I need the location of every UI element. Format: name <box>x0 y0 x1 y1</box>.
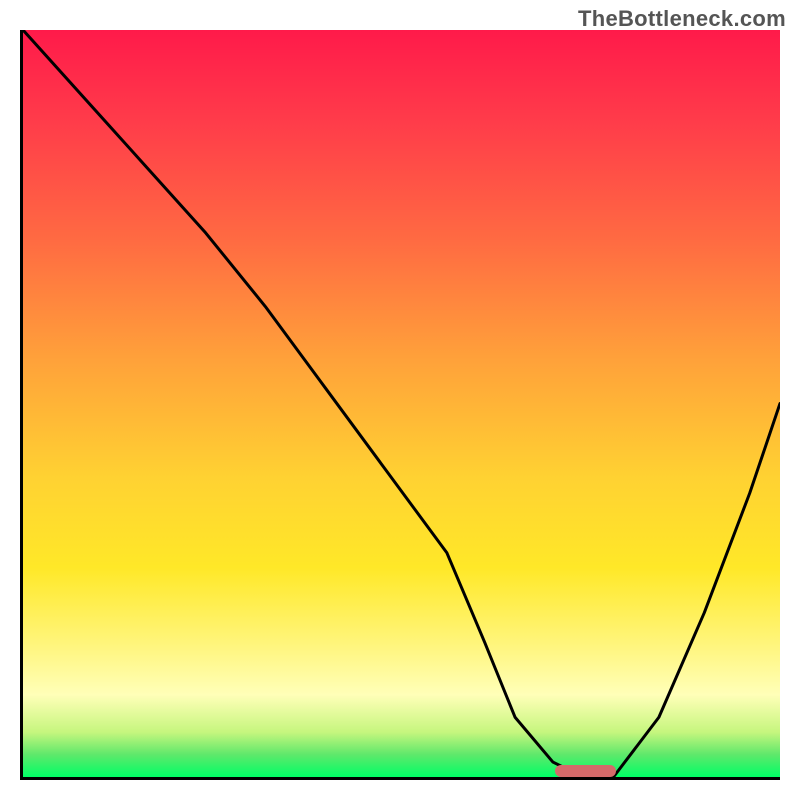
bottleneck-curve <box>23 30 780 777</box>
watermark-label: TheBottleneck.com <box>578 6 786 32</box>
chart-container: TheBottleneck.com <box>0 0 800 800</box>
plot-area <box>20 30 780 780</box>
optimal-marker <box>555 765 616 777</box>
